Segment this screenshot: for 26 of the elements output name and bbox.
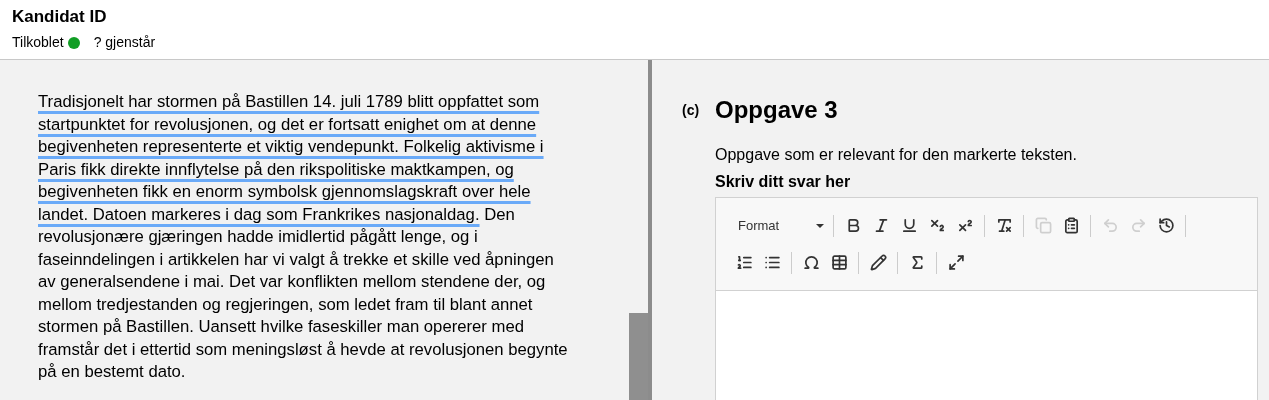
- scrollbar-thumb[interactable]: [629, 313, 648, 400]
- format-dropdown[interactable]: Format: [730, 211, 828, 240]
- paste-icon: [1062, 217, 1080, 234]
- maximize-icon: [947, 254, 965, 271]
- numbered-list-icon: [735, 254, 753, 271]
- underline-icon: [900, 217, 918, 234]
- time-remaining: ? gjenstår: [93, 33, 156, 52]
- source-paragraph: Tradisjonelt har stormen på Bastillen 14. juli 1789 blitt oppfattet som startpunktet for revolusjonen, og det er fortsatt enighet om at denne begivenheten representerte et viktig vendepunkt. Folkelig aktivisme i Paris fikk direkte innflytelse på den rikspolitiske maktkampen, og begivenheten fikk en enorm symbolsk gjennomslagskraft over hele landet. Datoen markeres i dag som Frankrikes nasjonaldag. Den revolusjonære gjæringen hadde imidlertid pågått lenge, og i faseinndelingen i artikkelen har vi valgt å trekke et skille ved åpningen av generalsendene i mai. Det var konflikten mellom stendene der, og mellom tredjestanden og regjeringen, som ledet fram til blant annet stormen på Bastillen. Uansett hvilke faseskiller man opererer med framstår det i ettertid som meningsløst å hevde at revolusjonen begynte på en bestemt dato.: [38, 91, 568, 383]
- candidate-title: Kandidat ID: [12, 6, 108, 28]
- connection-status: Tilkoblet: [12, 33, 64, 52]
- copy-icon: [1034, 217, 1052, 234]
- pencil-icon: [869, 254, 887, 271]
- task-title: Oppgave 3: [715, 96, 838, 124]
- caret-icon: [816, 223, 824, 228]
- redo-icon: [1129, 217, 1147, 234]
- undo-icon: [1101, 217, 1119, 234]
- task-letter: (c): [682, 101, 701, 120]
- omega-icon: [802, 254, 820, 271]
- answer-label: Skriv ditt svar her: [715, 172, 852, 192]
- subscript-icon: [928, 217, 946, 234]
- superscript-icon: [956, 217, 974, 234]
- history-icon: [1157, 217, 1175, 234]
- bullet-list-icon: [763, 254, 781, 271]
- task-description: Oppgave som er relevant for den markerte teksten.: [715, 145, 1078, 165]
- table-icon: [830, 254, 848, 271]
- clear-format-icon: [995, 217, 1013, 234]
